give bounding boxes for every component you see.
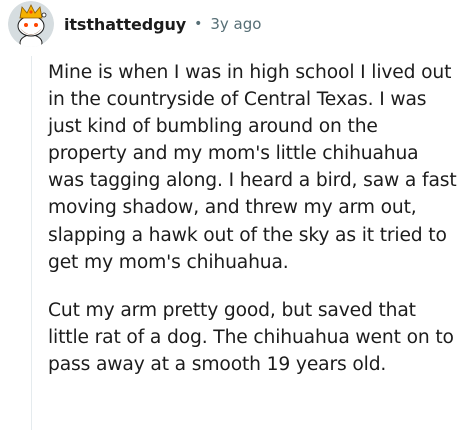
- meta-separator: •: [194, 16, 203, 32]
- comment-paragraph: Cut my arm pretty good, but saved that l…: [48, 299, 454, 375]
- comment-paragraph: Mine is when I was in high school I live…: [48, 62, 457, 273]
- comment: itsthattedguy • 3y ago Mine is when I wa…: [0, 0, 467, 430]
- comment-header: itsthattedguy • 3y ago: [8, 0, 261, 48]
- snoo-avatar-icon: [8, 1, 54, 47]
- username[interactable]: itsthattedguy: [64, 15, 186, 34]
- avatar[interactable]: [8, 1, 54, 47]
- comment-body: Mine is when I was in high school I live…: [48, 59, 460, 378]
- timestamp[interactable]: 3y ago: [210, 15, 261, 33]
- thread-line[interactable]: [31, 56, 32, 430]
